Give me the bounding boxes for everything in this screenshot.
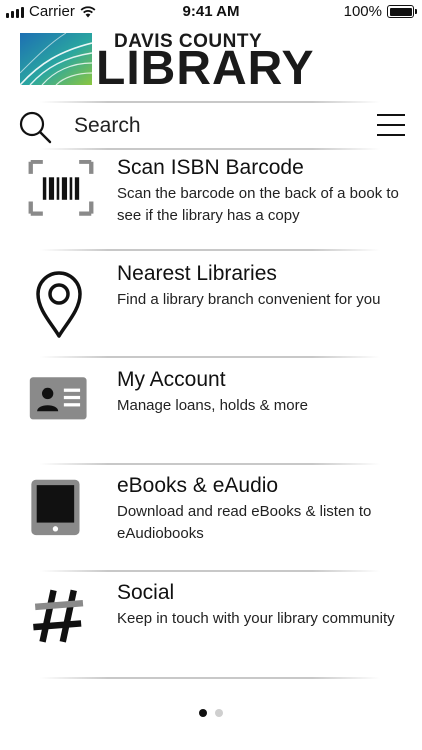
map-pin-icon	[36, 271, 82, 338]
item-title: Social	[117, 581, 175, 604]
divider	[40, 570, 380, 572]
divider	[40, 356, 380, 358]
search-bar	[0, 104, 422, 148]
search-icon[interactable]	[18, 110, 52, 144]
menu-item-ebooks[interactable]: eBooks & eAudio Download and read eBooks…	[0, 468, 422, 572]
tablet-icon	[31, 479, 80, 536]
page-indicator[interactable]	[0, 709, 422, 717]
divider	[40, 463, 380, 465]
item-description: Scan the barcode on the back of a book t…	[117, 185, 399, 224]
menu-item-nearest-libraries[interactable]: Nearest Libraries Find a library branch …	[0, 256, 422, 360]
library-logo: DAVIS COUNTY LIBRARY	[20, 31, 314, 93]
item-description: Manage loans, holds & more	[117, 397, 308, 414]
search-input[interactable]	[74, 111, 354, 141]
hamburger-menu-icon[interactable]	[377, 113, 405, 137]
item-description: Download and read eBooks & listen to eAu…	[117, 503, 372, 542]
menu-item-scan-isbn[interactable]: Scan ISBN Barcode Scan the barcode on th…	[0, 150, 422, 254]
page-dot[interactable]	[215, 709, 223, 717]
item-title: My Account	[117, 368, 226, 391]
battery-icon	[387, 5, 417, 18]
menu-item-my-account[interactable]: My Account Manage loans, holds & more	[0, 362, 422, 466]
hashtag-icon	[33, 589, 84, 643]
menu-item-social[interactable]: Social Keep in touch with your library c…	[0, 575, 422, 679]
logo-main-text: LIBRARY	[96, 42, 315, 95]
item-description: Find a library branch convenient for you	[117, 291, 381, 308]
page-dot-active[interactable]	[199, 709, 207, 717]
item-title: Scan ISBN Barcode	[117, 156, 304, 179]
divider	[40, 677, 380, 679]
item-description: Keep in touch with your library communit…	[117, 610, 395, 627]
status-bar: Carrier 9:41 AM 100%	[0, 0, 422, 24]
barcode-icon	[28, 160, 94, 216]
logo-mark	[20, 33, 92, 85]
item-title: eBooks & eAudio	[117, 474, 279, 497]
item-title: Nearest Libraries	[117, 262, 277, 285]
divider	[40, 249, 380, 251]
id-card-icon	[29, 377, 87, 420]
divider	[40, 101, 380, 103]
status-right: 100%	[343, 3, 417, 20]
battery-percent: 100%	[343, 3, 382, 20]
